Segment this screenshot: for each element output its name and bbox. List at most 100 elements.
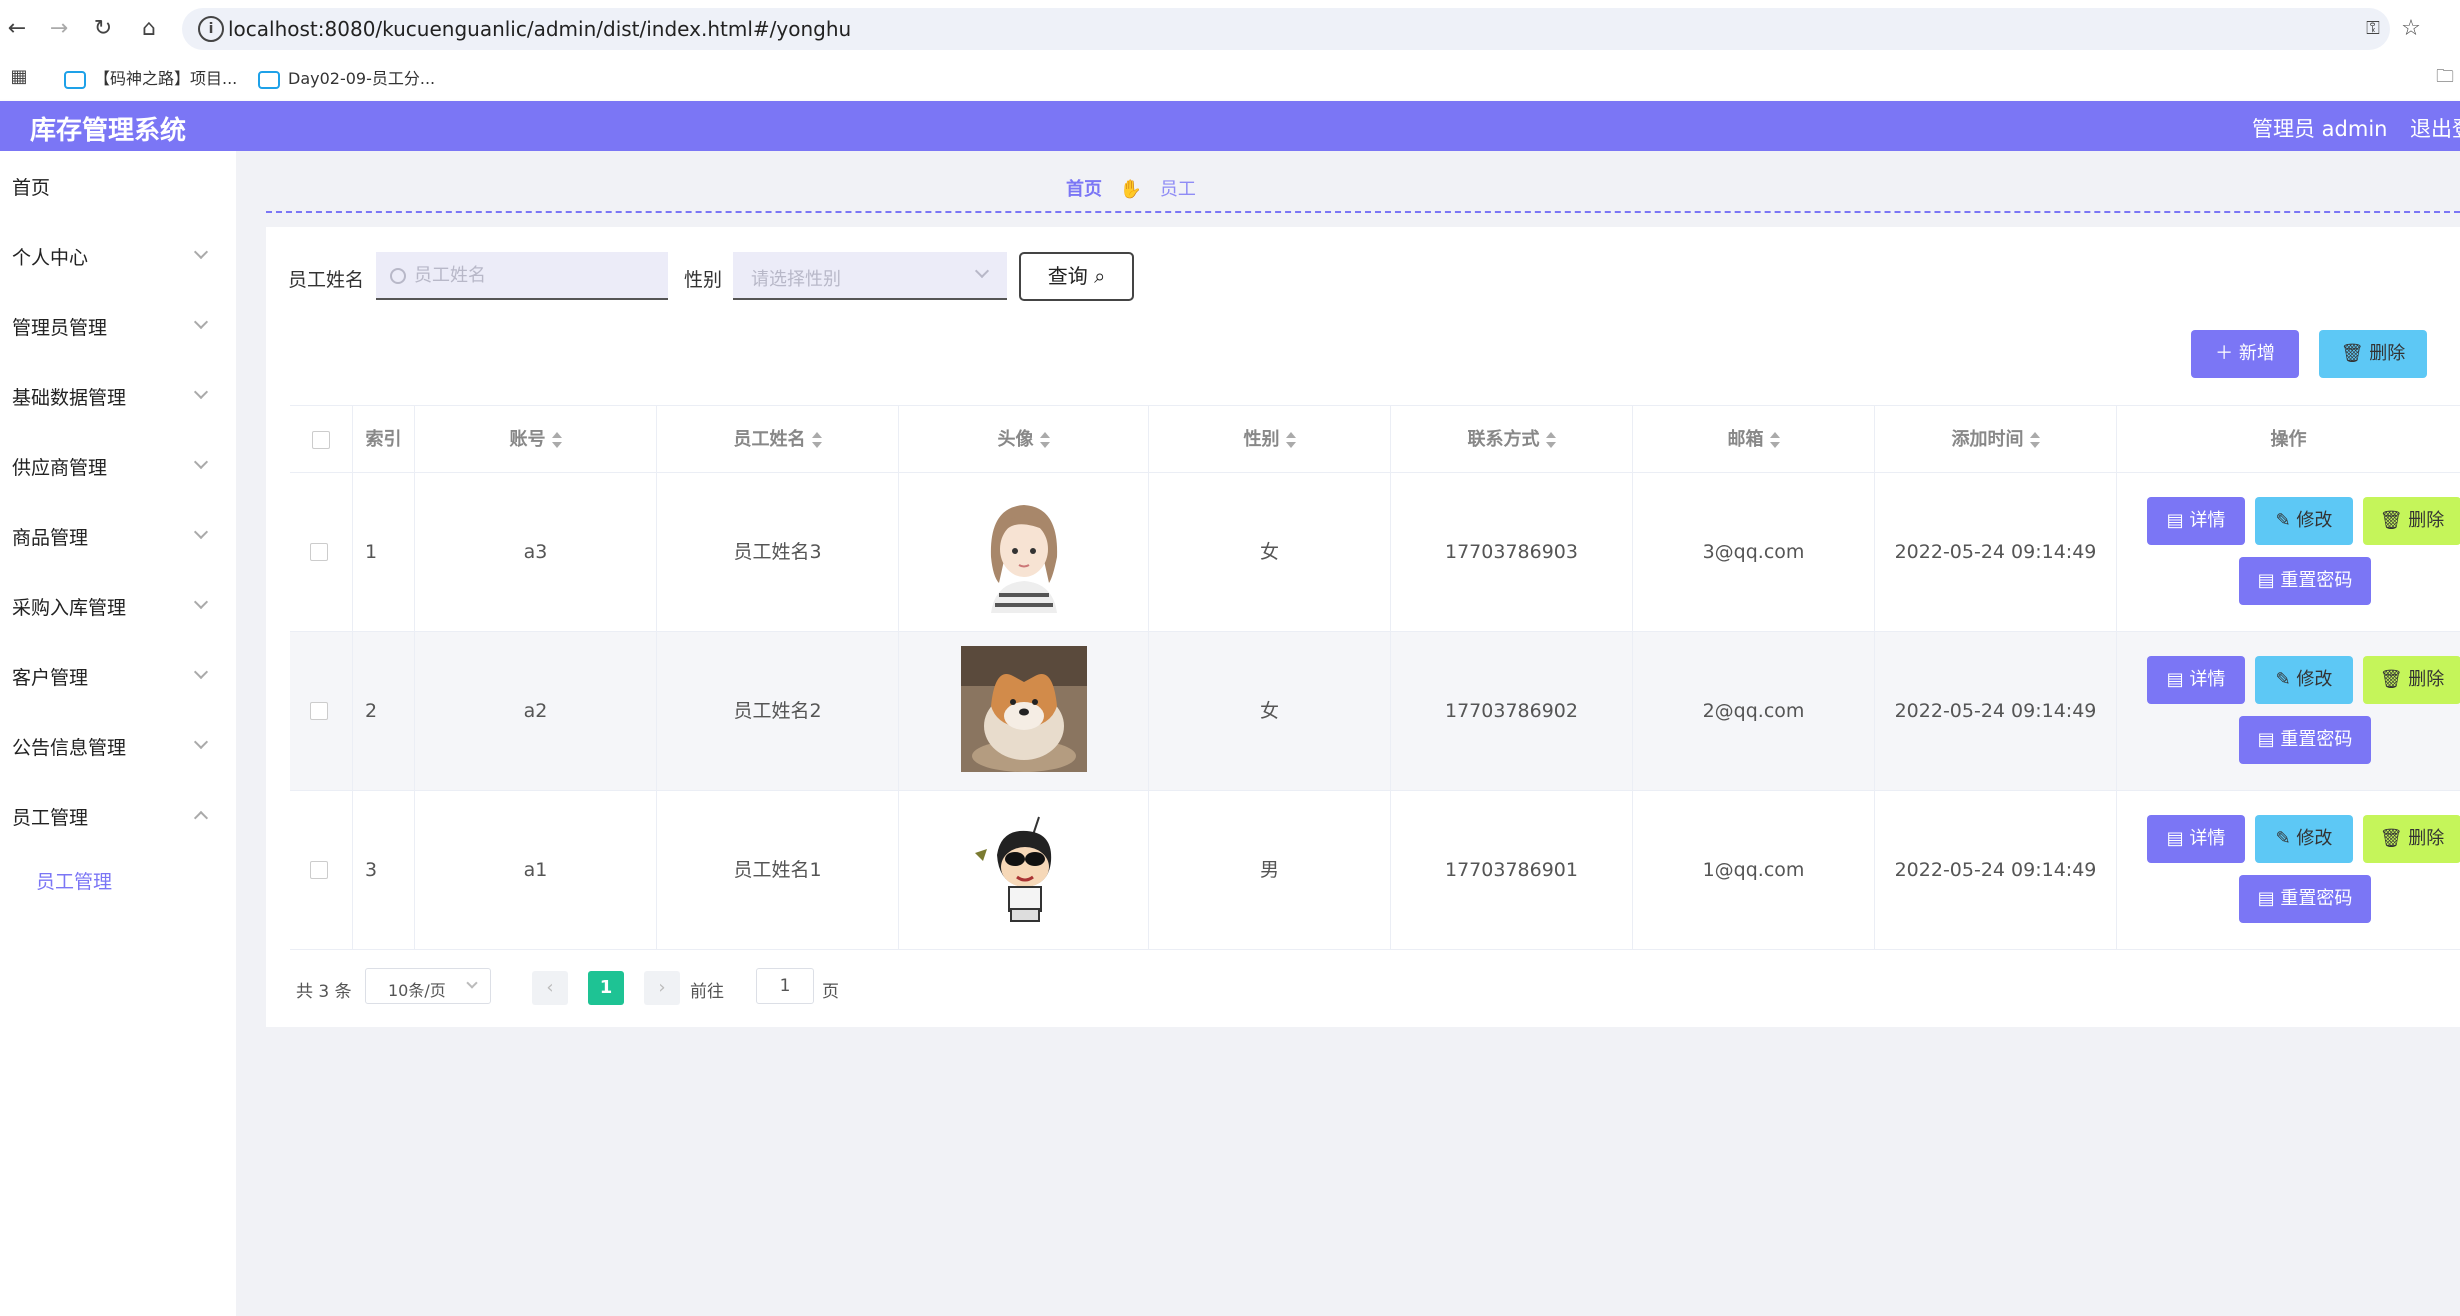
detail-button[interactable]: ▤ 详情 [2147,815,2245,863]
sidebar-item-purchase[interactable]: 采购入库管理 [0,581,236,631]
bookmark-label: Day02-09-员工分... [288,69,436,88]
address-bar[interactable]: i localhost:8080/kucuenguanlic/admin/dis… [182,8,2390,50]
sort-icon[interactable] [811,432,822,448]
sidebar-item-supplier[interactable]: 供应商管理 [0,441,236,491]
bookmark-item[interactable]: 【码神之路】项目... [64,66,237,92]
page-size-select[interactable]: 10条/页 [365,968,491,1004]
document-icon: ▤ [2166,828,2184,849]
sidebar-item-customer[interactable]: 客户管理 [0,651,236,701]
reset-label: 重置密码 [2280,888,2353,909]
sidebar-item-home[interactable]: 首页 [0,161,236,211]
cell-index: 1 [352,473,414,632]
sort-icon[interactable] [1039,432,1050,448]
detail-button[interactable]: ▤ 详情 [2147,497,2245,545]
bookmark-item[interactable]: Day02-09-员工分... [258,66,435,92]
row-select-cell [290,473,352,632]
th-phone[interactable]: 联系方式 [1390,406,1632,474]
sidebar-item-basic-data[interactable]: 基础数据管理 [0,371,236,421]
gender-label: 性别 [684,269,723,291]
page-number-button[interactable]: 1 [588,971,624,1005]
chevron-down-icon [193,384,209,400]
document-icon: ▤ [2166,510,2184,531]
query-button[interactable]: 查询 ⌕ [1019,252,1134,301]
reload-icon[interactable]: ↻ [88,14,118,44]
logout-link[interactable]: 退出登 [2410,113,2460,143]
sort-icon[interactable] [551,432,562,448]
goto-suffix: 页 [822,982,839,1002]
goto-page-input[interactable] [756,968,814,1004]
cell-actions: ▤ 详情 ✎ 修改 🗑 删除 ▤ 重置密码 [2116,473,2460,632]
row-checkbox[interactable] [310,702,328,720]
name-search-input[interactable] [376,252,668,300]
delete-button[interactable]: 🗑 删除 [2363,815,2460,863]
cell-account: a3 [414,473,656,632]
detail-label: 详情 [2189,510,2226,531]
trash-icon: 🗑 [2379,510,2403,531]
home-icon[interactable]: ⌂ [134,14,164,44]
cell-name: 员工姓名1 [656,791,898,950]
table-row: 1 a3 员工姓名3 女 17703786903 3@qq.com 2022-0… [290,473,2460,632]
apps-grid-icon[interactable]: ▦ [4,62,34,92]
breadcrumb-home[interactable]: 首页 [1066,179,1102,200]
sidebar-item-admin[interactable]: 管理员管理 [0,301,236,351]
delete-button[interactable]: 🗑 删除 [2363,497,2460,545]
cartoon-boy-avatar[interactable] [961,805,1087,931]
cell-email: 2@qq.com [1632,632,1874,791]
pencil-icon: ✎ [2275,669,2291,690]
row-checkbox[interactable] [310,861,328,879]
back-icon[interactable]: ← [2,14,32,44]
next-page-button[interactable]: › [644,971,680,1005]
sidebar-item-notice[interactable]: 公告信息管理 [0,721,236,771]
detail-button[interactable]: ▤ 详情 [2147,656,2245,704]
cell-avatar [898,791,1148,950]
sort-icon[interactable] [1545,432,1556,448]
chevron-down-icon [193,594,209,610]
th-time[interactable]: 添加时间 [1874,406,2116,474]
site-info-icon[interactable]: i [198,16,224,42]
cell-account: a2 [414,632,656,791]
reset-label: 重置密码 [2280,729,2353,750]
th-label: 联系方式 [1467,429,1540,450]
delete-button-label: 删除 [2369,343,2406,364]
name-label: 员工姓名 [288,269,365,291]
edit-button[interactable]: ✎ 修改 [2255,497,2353,545]
cell-time: 2022-05-24 09:14:49 [1874,473,2116,632]
chevron-down-icon [193,524,209,540]
edit-button[interactable]: ✎ 修改 [2255,815,2353,863]
forward-icon[interactable]: → [44,14,74,44]
trash-icon: 🗑 [2379,828,2403,849]
bookmark-star-icon[interactable]: ☆ [2396,14,2426,44]
sort-icon[interactable] [2029,432,2040,448]
th-avatar[interactable]: 头像 [898,406,1148,474]
gender-select[interactable]: 请选择性别 [733,252,1007,300]
sidebar-item-profile[interactable]: 个人中心 [0,231,236,281]
reset-password-button[interactable]: ▤ 重置密码 [2239,716,2371,764]
girl-avatar-image[interactable] [961,487,1087,613]
th-name[interactable]: 员工姓名 [656,406,898,474]
folder-icon[interactable]: 🗀 [2430,62,2460,92]
add-button[interactable]: ＋ 新增 [2191,330,2299,378]
cell-phone: 17703786903 [1390,473,1632,632]
sidebar-subitem-employee[interactable]: 员工管理 [0,855,236,905]
th-account[interactable]: 账号 [414,406,656,474]
key-icon[interactable]: ⚿ [2358,14,2388,44]
document-icon: ▤ [2166,669,2184,690]
reset-password-button[interactable]: ▤ 重置密码 [2239,875,2371,923]
select-all-checkbox[interactable] [312,431,330,449]
batch-delete-button[interactable]: 🗑 删除 [2319,330,2427,378]
th-email[interactable]: 邮箱 [1632,406,1874,474]
shiba-dog-photo[interactable] [961,646,1087,772]
table-row: 2 a2 员工姓名2 女 17703786902 2@qq.com 2022-0… [290,632,2460,791]
edit-button[interactable]: ✎ 修改 [2255,656,2353,704]
sidebar-item-goods[interactable]: 商品管理 [0,511,236,561]
sort-icon[interactable] [1285,432,1296,448]
row-checkbox[interactable] [310,543,328,561]
reset-password-button[interactable]: ▤ 重置密码 [2239,557,2371,605]
th-gender[interactable]: 性别 [1148,406,1390,474]
sidebar-item-employee[interactable]: 员工管理 [0,791,236,841]
delete-button[interactable]: 🗑 删除 [2363,656,2460,704]
prev-page-button[interactable]: ‹ [532,971,568,1005]
cell-name: 员工姓名2 [656,632,898,791]
sort-icon[interactable] [1769,432,1780,448]
app-header: 库存管理系统 管理员 admin 退出登 [0,101,2460,151]
